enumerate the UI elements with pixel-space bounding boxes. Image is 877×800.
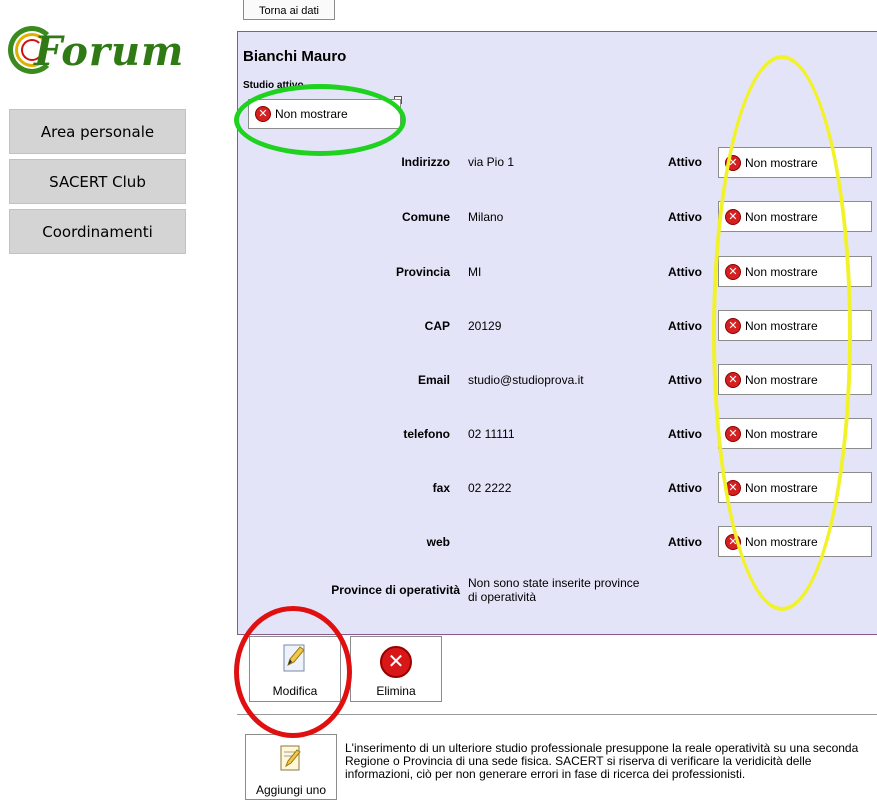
field-active-label: Attivo (668, 210, 702, 224)
sidebar-item-label: Area personale (40, 122, 155, 141)
field-active-label: Attivo (668, 319, 702, 333)
field-label-province: Province di operatività (331, 583, 460, 597)
field-active-label: Attivo (668, 265, 702, 279)
delete-icon: ✕ (380, 646, 412, 678)
sidebar-item-label: SACERT Club (49, 172, 146, 191)
profile-name: Bianchi Mauro (243, 48, 347, 65)
sidebar-item-coordinamenti[interactable]: Coordinamenti (9, 209, 186, 254)
field-label-email: Email (417, 373, 450, 387)
logo-text: Forum (34, 28, 185, 75)
field-value-telefono: 02 11111 (468, 427, 515, 441)
field-active-label: Attivo (668, 155, 702, 169)
sidebar-item-label: Coordinamenti (42, 222, 153, 241)
field-value-comune: Milano (468, 210, 504, 224)
field-active-label: Attivo (668, 481, 702, 495)
field-label-comune: Comune (402, 210, 450, 224)
field-active-label: Attivo (668, 535, 702, 549)
field-active-label: Attivo (668, 427, 702, 441)
back-to-data-button[interactable]: Torna ai dati (243, 0, 335, 20)
sidebar-item-area-personale[interactable]: Area personale (9, 109, 186, 154)
forum-logo: Forum (8, 20, 188, 80)
field-value-province-line2: di operatività (468, 590, 537, 604)
field-label-provincia: Provincia (395, 265, 450, 279)
green-annotation-ellipse (234, 84, 406, 156)
red-annotation-ellipse (234, 606, 352, 738)
field-value-email: studio@studioprova.it (468, 373, 584, 387)
info-note: L'inserimento di un ulteriore studio pro… (345, 741, 859, 781)
field-label-cap: CAP (424, 319, 450, 333)
field-value-cap: 20129 (468, 319, 502, 333)
field-label-telefono: telefono (403, 427, 450, 441)
aggiungi-button[interactable]: Aggiungi uno (245, 734, 337, 800)
field-label-indirizzo: Indirizzo (401, 155, 450, 169)
field-value-province-line1: Non sono state inserite province (468, 576, 640, 590)
notepad-pencil-icon (278, 743, 304, 773)
sidebar-item-sacert-club[interactable]: SACERT Club (9, 159, 186, 204)
field-value-provincia: MI (468, 265, 482, 279)
field-value-indirizzo: via Pio 1 (468, 155, 515, 169)
field-label-web: web (426, 535, 450, 549)
field-label-fax: fax (432, 481, 450, 495)
field-value-fax: 02 2222 (468, 481, 512, 495)
elimina-button[interactable]: ✕ Elimina (350, 636, 442, 702)
field-active-label: Attivo (668, 373, 702, 387)
yellow-annotation-ellipse (712, 55, 852, 611)
